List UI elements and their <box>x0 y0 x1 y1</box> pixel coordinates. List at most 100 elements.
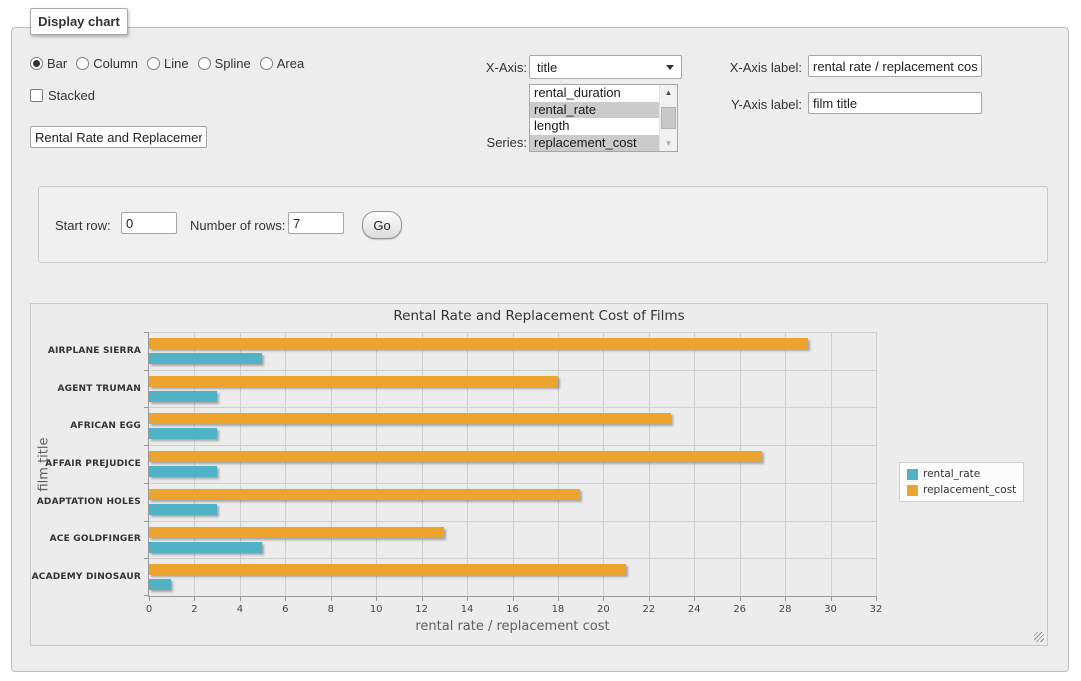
gridline <box>331 332 332 596</box>
series-option-rental_rate[interactable]: rental_rate <box>530 102 659 119</box>
chart-title-input[interactable] <box>30 126 207 148</box>
y-tick-mark <box>144 370 149 371</box>
x-tick-mark <box>876 596 877 601</box>
stacked-option[interactable]: Stacked <box>30 88 95 103</box>
gridline <box>785 332 786 596</box>
go-button[interactable]: Go <box>362 211 402 239</box>
scrollbar-thumb[interactable] <box>661 107 676 129</box>
gridline <box>285 332 286 596</box>
scroll-up-icon[interactable]: ▲ <box>660 85 677 100</box>
y-tick-mark <box>144 445 149 446</box>
legend-item-replacement_cost[interactable]: replacement_cost <box>907 484 1016 496</box>
legend-label: rental_rate <box>923 468 980 480</box>
y-axis-label-input[interactable] <box>808 92 982 114</box>
chart-title: Rental Rate and Replacement Cost of Film… <box>31 308 1047 324</box>
bar-rental_rate[interactable] <box>149 428 217 439</box>
gridline <box>513 332 514 596</box>
bar-replacement_cost[interactable] <box>149 338 808 349</box>
gridline <box>149 332 876 333</box>
radio-button-icon[interactable] <box>147 57 160 70</box>
chart-legend: rental_rate replacement_cost <box>899 462 1024 502</box>
bar-rental_rate[interactable] <box>149 466 217 477</box>
radio-button-icon[interactable] <box>30 57 43 70</box>
x-tick-label: 30 <box>824 604 837 615</box>
dropdown-arrow-icon <box>666 65 674 70</box>
x-tick-mark <box>376 596 377 601</box>
gridline <box>376 332 377 596</box>
chart-type-radio-label: Spline <box>215 56 251 71</box>
chart-type-radio-area[interactable]: Area <box>260 56 304 71</box>
x-tick-mark <box>331 596 332 601</box>
x-tick-label: 6 <box>282 604 288 615</box>
bar-replacement_cost[interactable] <box>149 413 671 424</box>
series-option-replacement_cost[interactable]: replacement_cost <box>530 135 659 152</box>
bar-replacement_cost[interactable] <box>149 527 444 538</box>
gridline <box>694 332 695 596</box>
x-tick-mark <box>240 596 241 601</box>
gridline <box>422 332 423 596</box>
series-scrollbar[interactable]: ▲ ▼ <box>659 85 677 151</box>
x-axis-select-label: X-Axis: <box>460 60 527 75</box>
scroll-down-icon[interactable]: ▼ <box>660 136 677 151</box>
y-axis-line <box>148 332 149 596</box>
plot-area <box>149 332 876 596</box>
legend-label: replacement_cost <box>923 484 1016 496</box>
bar-replacement_cost[interactable] <box>149 564 626 575</box>
chart-type-radio-spline[interactable]: Spline <box>198 56 251 71</box>
stacked-checkbox[interactable] <box>30 89 43 102</box>
resize-grip-icon[interactable] <box>1034 632 1044 642</box>
bar-rental_rate[interactable] <box>149 504 217 515</box>
chart-type-radio-column[interactable]: Column <box>76 56 138 71</box>
bar-replacement_cost[interactable] <box>149 489 580 500</box>
series-option-rental_duration[interactable]: rental_duration <box>530 85 659 102</box>
x-tick-label: 10 <box>370 604 383 615</box>
series-listbox[interactable]: rental_durationrental_ratelengthreplacem… <box>529 84 678 152</box>
bar-rental_rate[interactable] <box>149 353 262 364</box>
chart-type-radio-line[interactable]: Line <box>147 56 189 71</box>
legend-swatch-icon <box>907 469 918 480</box>
radio-button-icon[interactable] <box>260 57 273 70</box>
y-axis-label-label: Y-Axis label: <box>710 97 802 112</box>
scrollbar-track[interactable] <box>660 100 677 136</box>
y-tick-mark <box>144 332 149 333</box>
gridline <box>194 332 195 596</box>
stacked-label: Stacked <box>48 88 95 103</box>
legend-swatch-icon <box>907 485 918 496</box>
x-tick-label: 16 <box>506 604 519 615</box>
chart-type-radio-bar[interactable]: Bar <box>30 56 67 71</box>
x-tick-mark <box>422 596 423 601</box>
x-tick-mark <box>740 596 741 601</box>
gridline <box>603 332 604 596</box>
bar-rental_rate[interactable] <box>149 579 171 590</box>
x-tick-label: 28 <box>779 604 792 615</box>
x-axis-select[interactable]: title <box>529 55 682 79</box>
bar-rental_rate[interactable] <box>149 391 217 402</box>
x-tick-label: 24 <box>688 604 701 615</box>
x-axis-label-input[interactable] <box>808 55 982 77</box>
bar-rental_rate[interactable] <box>149 542 262 553</box>
start-row-input[interactable] <box>121 212 177 234</box>
gridline <box>467 332 468 596</box>
gridline <box>149 521 876 522</box>
x-tick-label: 22 <box>642 604 655 615</box>
x-tick-mark <box>558 596 559 601</box>
category-label: AFFAIR PREJUDICE <box>31 459 141 469</box>
gridline <box>240 332 241 596</box>
chart-type-radios: Bar Column Line Spline Area <box>30 56 304 71</box>
x-tick-label: 32 <box>870 604 883 615</box>
y-tick-mark <box>144 483 149 484</box>
series-options: rental_durationrental_ratelengthreplacem… <box>530 85 659 151</box>
category-label: ACE GOLDFINGER <box>31 534 141 544</box>
x-axis-label-label: X-Axis label: <box>710 60 802 75</box>
number-of-rows-input[interactable] <box>288 212 344 234</box>
radio-button-icon[interactable] <box>76 57 89 70</box>
x-tick-mark <box>785 596 786 601</box>
x-axis-selected-value: title <box>537 60 557 75</box>
bar-replacement_cost[interactable] <box>149 451 762 462</box>
legend-item-rental_rate[interactable]: rental_rate <box>907 468 1016 480</box>
series-option-length[interactable]: length <box>530 118 659 135</box>
bar-replacement_cost[interactable] <box>149 376 558 387</box>
radio-button-icon[interactable] <box>198 57 211 70</box>
y-tick-mark <box>144 407 149 408</box>
gridline <box>149 407 876 408</box>
